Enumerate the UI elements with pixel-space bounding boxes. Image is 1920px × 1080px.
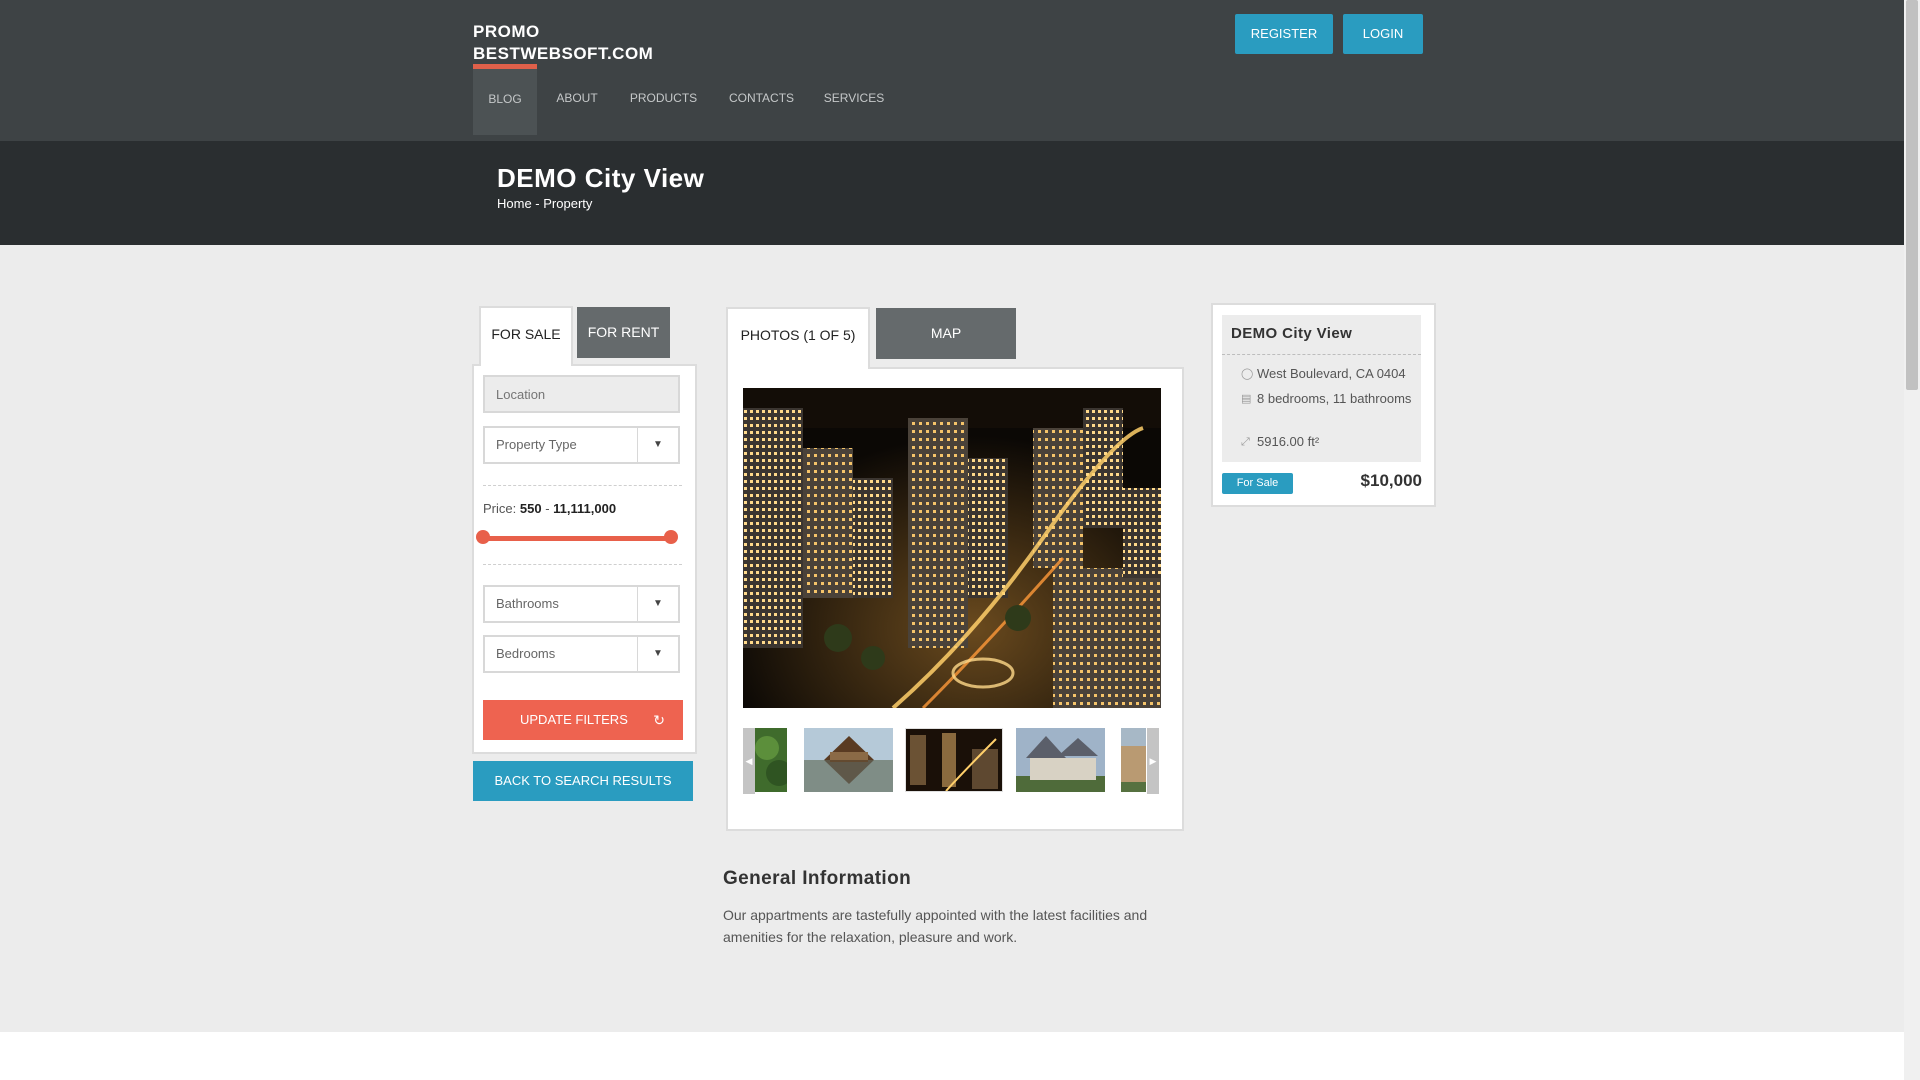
location-input[interactable] — [483, 375, 680, 413]
bedrooms-value: Bedrooms — [496, 646, 556, 661]
tab-photos[interactable]: PHOTOS (1 OF 5) — [726, 307, 870, 369]
thumbnail-4[interactable] — [1016, 728, 1105, 792]
resize-icon: ⤢ — [1241, 436, 1250, 448]
logo-line-2: BESTWEBSOFT.COM — [473, 44, 654, 63]
caret-down-icon: ▼ — [637, 587, 678, 621]
main-property-photo[interactable] — [743, 388, 1161, 708]
price-max: 11,111,000 — [553, 501, 617, 516]
general-information-text: Our appartments are tastefully appointed… — [723, 907, 1148, 945]
bedrooms-select[interactable]: Bedrooms ▼ — [483, 635, 680, 673]
price-label: Price: — [483, 501, 517, 516]
price-slider-track[interactable] — [483, 536, 671, 541]
search-filter-panel — [472, 364, 697, 754]
thumbnail-5[interactable] — [1121, 728, 1146, 792]
property-card-title[interactable]: DEMO City View — [1231, 325, 1352, 342]
thumbnail-3-active[interactable] — [905, 728, 1003, 792]
victorian-house-thumbnail-image — [1016, 728, 1105, 792]
site-logo[interactable]: PROMO BESTWEBSOFT.COM — [473, 21, 653, 65]
price-range-label: Price: 550 - 11,111,000 — [483, 501, 617, 516]
refresh-icon: ↻ — [653, 712, 665, 728]
page-title-band — [0, 141, 1904, 245]
caret-down-icon: ▼ — [637, 637, 678, 671]
breadcrumb: Home - Property — [497, 196, 592, 211]
nav-item-blog[interactable]: BLOG — [473, 64, 537, 135]
update-filters-label: UPDATE FILTERS — [520, 712, 628, 727]
city-night-photo — [743, 388, 1161, 708]
footer-band — [0, 1032, 1904, 1080]
bathrooms-select[interactable]: Bathrooms ▼ — [483, 585, 680, 623]
bed-icon: ▤ — [1241, 393, 1252, 405]
property-type-select[interactable]: Property Type ▼ — [483, 426, 680, 464]
divider — [1222, 354, 1421, 355]
property-type-value: Property Type — [496, 437, 577, 452]
price-slider-max-handle[interactable] — [664, 530, 678, 544]
breadcrumb-current: Property — [543, 196, 593, 211]
site-header — [0, 0, 1904, 141]
house-thumbnail-image — [1121, 728, 1146, 792]
caret-down-icon: ▼ — [637, 428, 678, 462]
price-min: 550 — [519, 501, 542, 516]
nav-item-about[interactable]: ABOUT — [545, 64, 609, 135]
page-title: DEMO City View — [497, 163, 705, 193]
general-information-title: General Information — [723, 868, 912, 889]
divider — [483, 564, 682, 565]
tab-map[interactable]: MAP — [876, 308, 1016, 359]
lake-house-thumbnail-image — [804, 728, 893, 792]
nav-item-services[interactable]: SERVICES — [820, 64, 888, 135]
chevron-left-icon[interactable]: ◀ — [743, 728, 755, 794]
chevron-right-icon[interactable]: ▶ — [1147, 728, 1159, 794]
register-button[interactable]: REGISTER — [1235, 14, 1333, 54]
city-night-thumbnail-image — [906, 729, 1002, 791]
globe-icon: ◯ — [1241, 368, 1254, 380]
bathrooms-value: Bathrooms — [496, 596, 559, 611]
login-button[interactable]: LOGIN — [1343, 14, 1423, 54]
thumbnail-2[interactable] — [804, 728, 893, 792]
scrollbar-thumb[interactable] — [1906, 0, 1918, 390]
breadcrumb-home[interactable]: Home — [497, 196, 532, 211]
tab-for-rent[interactable]: FOR RENT — [577, 307, 670, 358]
property-area: 5916.00 ft² — [1257, 434, 1320, 449]
logo-line-1: PROMO — [473, 22, 540, 41]
price-slider-min-handle[interactable] — [476, 530, 490, 544]
garden-thumbnail-image — [755, 728, 787, 792]
breadcrumb-separator: - — [531, 196, 544, 211]
thumbnail-1[interactable] — [755, 728, 787, 792]
property-address: West Boulevard, CA 0404 — [1257, 366, 1406, 381]
nav-item-products[interactable]: PRODUCTS — [625, 64, 702, 135]
nav-item-contacts[interactable]: CONTACTS — [722, 64, 801, 135]
property-price: $10,000 — [1360, 471, 1422, 490]
tab-for-sale[interactable]: FOR SALE — [479, 306, 573, 366]
update-filters-button[interactable]: UPDATE FILTERS ↻ — [483, 700, 683, 740]
property-rooms: 8 bedrooms, 11 bathrooms — [1257, 391, 1412, 406]
status-badge: For Sale — [1222, 473, 1293, 494]
back-to-search-results-button[interactable]: BACK TO SEARCH RESULTS — [473, 761, 693, 801]
divider — [483, 485, 682, 486]
